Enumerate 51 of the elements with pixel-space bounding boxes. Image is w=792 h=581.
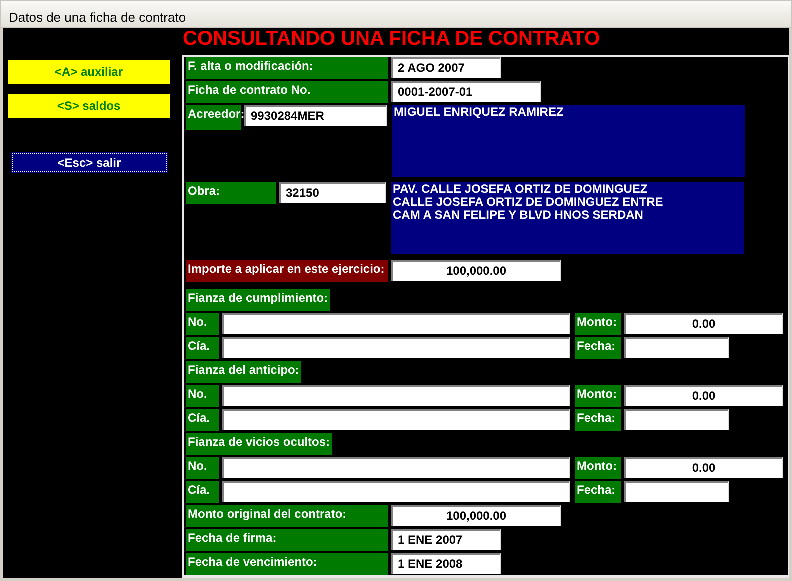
contract-number-field[interactable]: 0001-2007-01 [391,81,541,102]
field-label: Cía. [186,409,219,431]
bond-company-field[interactable] [222,337,570,358]
field-label: Fecha: [575,337,621,359]
field-label: Monto: [575,457,621,479]
field-label: No. [186,457,219,479]
field-label: Fecha: [575,481,621,503]
field-label: Ficha de contrato No. [186,81,388,103]
amount-field[interactable]: 100,000.00 [391,260,561,281]
section-label: Fianza de cumplimiento: [186,289,330,311]
work-description-text: PAV. CALLE JOSEFA ORTIZ DE DOMINGUEZ [393,183,649,196]
bond-company-field[interactable] [222,409,570,430]
bond-amount-field[interactable]: 0.00 [624,385,783,406]
creditor-code-field[interactable]: 9930284MER [244,105,387,126]
field-label: Fecha de vencimiento: [186,553,388,575]
field-label: Fecha: [575,409,621,431]
bond-amount-field[interactable]: 0.00 [624,457,783,478]
field-label: Monto original del contrato: [186,505,388,527]
bond-date-field[interactable] [624,409,729,430]
bond-company-field[interactable] [222,481,570,502]
bond-number-field[interactable] [222,313,570,334]
bond-amount-field[interactable]: 0.00 [624,313,783,334]
field-label: Cía. [186,481,219,503]
shortcut-button[interactable]: <Esc> salir [11,152,168,173]
creditor-name-text: MIGUEL ENRIQUEZ RAMIREZ [394,106,565,119]
work-description-text: CAM A SAN FELIPE Y BLVD HNOS SERDAN [393,209,644,222]
bond-number-field[interactable] [222,457,570,478]
date-field[interactable]: 2 AGO 2007 [391,57,501,78]
field-label: F. alta o modificación: [186,57,388,79]
bond-date-field[interactable] [624,337,729,358]
bond-date-field[interactable] [624,481,729,502]
section-label: Fianza del anticipo: [186,361,302,383]
section-label: Fianza de vicios ocultos: [186,433,332,455]
field-label: No. [186,385,219,407]
window-title: Datos de una ficha de contrato [9,10,186,25]
shortcut-button[interactable]: <A> auxiliar [8,60,170,84]
field-label: Monto: [575,313,621,335]
amount-field[interactable]: 100,000.00 [391,505,561,526]
field-label: Importe a aplicar en este ejercicio: [186,260,388,282]
date-field[interactable]: 1 ENE 2007 [391,529,501,550]
work-description-text: CALLE JOSEFA ORTIZ DE DOMINGUEZ ENTRE [393,196,664,209]
work-code-field[interactable]: 32150 [279,182,386,203]
field-label: No. [186,313,219,335]
form-heading: CONSULTANDO UNA FICHA DE CONTRATO [182,28,602,52]
shortcut-button[interactable]: <S> saldos [8,94,170,118]
field-label: Obra: [186,182,276,204]
field-label: Fecha de firma: [186,529,388,551]
field-label: Monto: [575,385,621,407]
date-field[interactable]: 1 ENE 2008 [391,553,501,574]
field-label: Cía. [186,337,219,359]
bond-number-field[interactable] [222,385,570,406]
